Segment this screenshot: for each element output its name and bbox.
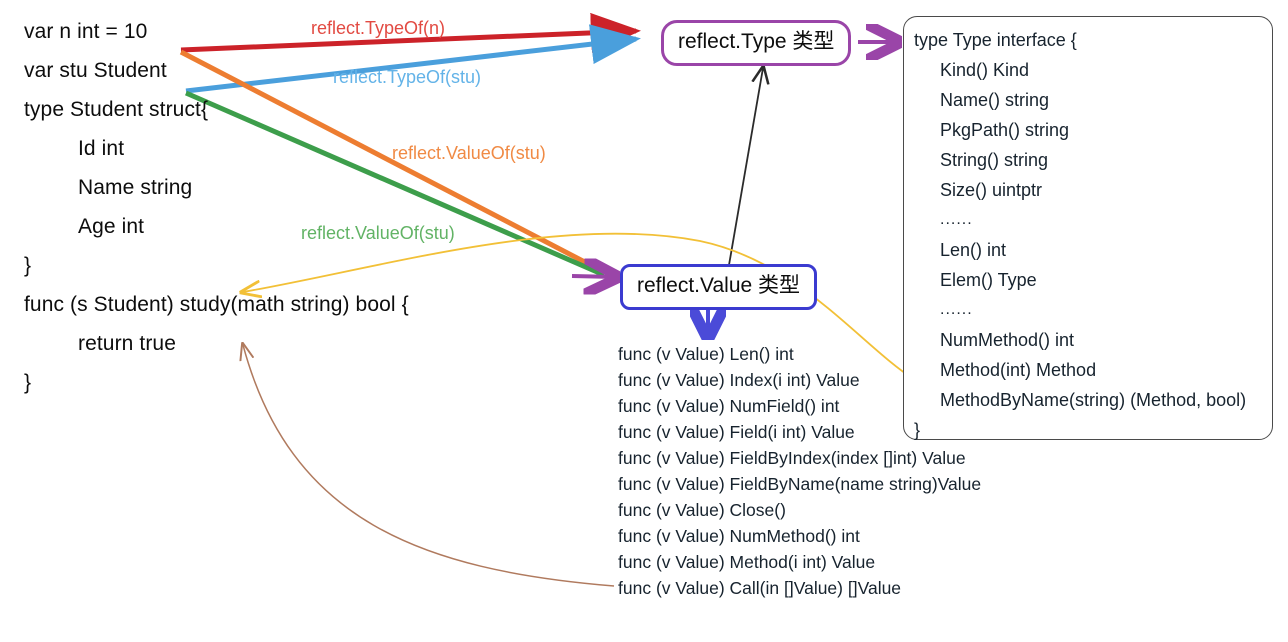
edge-label-typeof-stu: reflect.TypeOf(stu)	[333, 67, 482, 87]
value-method-line: func (v Value) NumField() int	[618, 396, 840, 416]
iface-line: String() string	[940, 150, 1049, 170]
code-line: func (s Student) study(math string) bool…	[24, 293, 409, 316]
value-method-line: func (v Value) Field(i int) Value	[618, 422, 855, 442]
iface-line: type Type interface {	[914, 30, 1077, 50]
edge-label-valueof-orange: reflect.ValueOf(stu)	[392, 143, 546, 163]
value-method-line: func (v Value) FieldByIndex(index []int)…	[618, 448, 966, 468]
value-method-line: func (v Value) Call(in []Value) []Value	[618, 578, 902, 598]
edge-label-typeof-n: reflect.TypeOf(n)	[311, 18, 446, 38]
reflect-value-chip: reflect.Value 类型	[620, 264, 818, 310]
iface-line: ......	[940, 211, 973, 228]
code-line: return true	[78, 332, 176, 355]
code-line: Name string	[78, 176, 193, 199]
iface-line: Len() int	[940, 240, 1007, 260]
iface-line: PkgPath() string	[940, 120, 1070, 140]
value-method-line: func (v Value) Len() int	[618, 344, 794, 364]
code-line: type Student struct{	[24, 98, 209, 121]
iface-line: Size() uintptr	[940, 180, 1043, 200]
value-method-line: func (v Value) FieldByName(name string)V…	[618, 474, 982, 494]
edge-label-valueof-green: reflect.ValueOf(stu)	[301, 223, 455, 243]
arrowhead-into-value-chip	[571, 276, 616, 277]
iface-line: Kind() Kind	[940, 60, 1030, 80]
value-method-line: func (v Value) Method(i int) Value	[618, 552, 876, 572]
code-line: }	[24, 371, 32, 394]
arrow-value-to-type	[728, 68, 763, 266]
value-method-line: func (v Value) Index(i int) Value	[618, 370, 860, 390]
value-method-line: func (v Value) NumMethod() int	[618, 526, 860, 546]
value-method-list: func (v Value) Len() int func (v Value) …	[618, 341, 1048, 601]
code-line: }	[24, 254, 32, 277]
reflect-type-chip: reflect.Type 类型	[661, 20, 852, 66]
iface-line: ......	[940, 301, 973, 318]
iface-line: Name() string	[940, 90, 1050, 110]
iface-line: Elem() Type	[940, 270, 1037, 290]
code-line: Id int	[78, 137, 125, 160]
value-method-line: func (v Value) Close()	[618, 500, 786, 520]
diagram-canvas: var n int = 10 var stu Student type Stud…	[0, 0, 1288, 642]
